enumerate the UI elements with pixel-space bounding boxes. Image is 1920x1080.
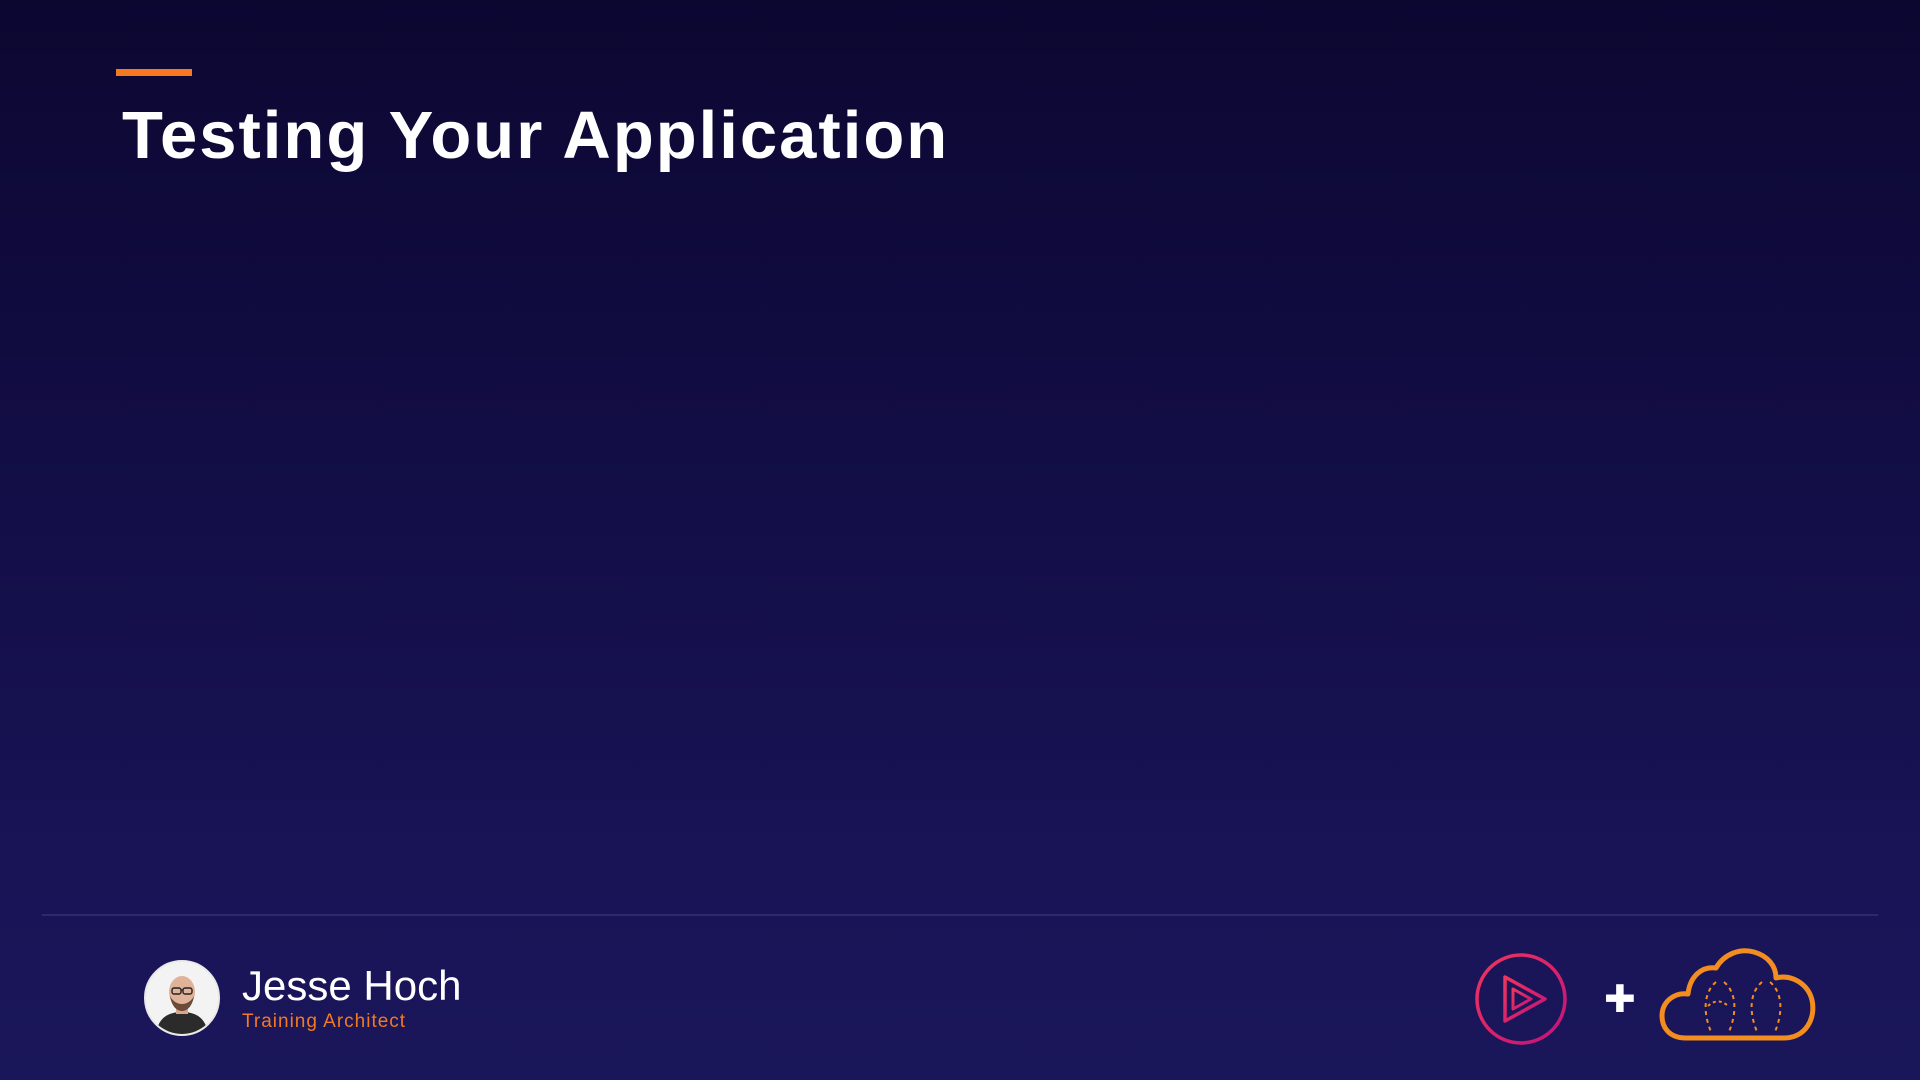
title-accent-bar	[116, 69, 192, 76]
presenter-photo-icon	[146, 962, 218, 1034]
play-logo-icon	[1475, 953, 1567, 1045]
partner-logos: ✚	[1474, 946, 1854, 1046]
avatar	[144, 960, 220, 1036]
presenter-info: Jesse Hoch Training Architect	[144, 960, 461, 1036]
slide: Testing Your Application Jesse Hoch Trai…	[0, 0, 1920, 1080]
cloud-logo-icon	[1659, 948, 1816, 1041]
slide-title: Testing Your Application	[122, 98, 950, 173]
presenter-name: Jesse Hoch	[242, 962, 462, 1009]
presenter-role: Training Architect	[242, 1011, 407, 1032]
plus-icon: ✚	[1604, 977, 1636, 1021]
footer-divider	[42, 914, 1878, 916]
presenter-text: Jesse Hoch Training Architect	[242, 963, 461, 1033]
